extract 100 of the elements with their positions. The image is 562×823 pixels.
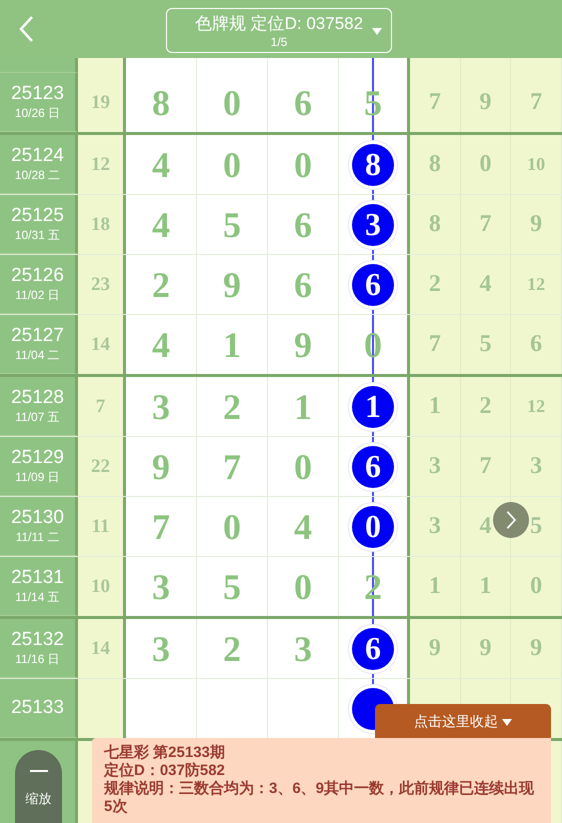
digit: 3 <box>294 628 312 670</box>
tail-value: 9 <box>530 211 542 238</box>
digit: 0 <box>223 82 241 124</box>
digit: 7 <box>223 446 241 488</box>
minus-icon <box>30 770 48 772</box>
tail-value: 8 <box>428 151 441 178</box>
chevron-right-icon <box>506 510 516 530</box>
digit: 0 <box>223 506 241 548</box>
digit: 2 <box>223 628 241 670</box>
digit: 4 <box>152 324 170 366</box>
digit: 7 <box>152 506 170 548</box>
sum-value: 7 <box>96 396 106 418</box>
digit: 4 <box>152 204 170 246</box>
digit: 6 <box>294 82 312 124</box>
tail-value: 7 <box>428 89 441 116</box>
sum-value: 14 <box>91 334 110 356</box>
collapse-tab[interactable]: 点击这里收起 <box>375 704 551 740</box>
tail-value: 12 <box>527 396 546 417</box>
digit: 0 <box>294 144 312 186</box>
digit: 6 <box>294 204 312 246</box>
caret-icon <box>372 28 382 35</box>
digit: 6 <box>294 264 312 306</box>
period-number: 25126 <box>11 264 64 286</box>
digit: 0 <box>294 566 312 608</box>
tail-value: 7 <box>480 211 492 238</box>
digit: 2 <box>223 386 241 428</box>
digit: 9 <box>223 264 241 306</box>
draw-date: 11/09 日 <box>15 468 60 486</box>
highlight-ball: 3 <box>352 204 394 246</box>
highlight-ball: 6 <box>352 264 394 306</box>
highlight-ball: 6 <box>352 628 394 670</box>
digit: 9 <box>294 324 312 366</box>
sum-value: 23 <box>91 274 110 296</box>
digit: 9 <box>152 446 170 488</box>
digit: 8 <box>152 82 170 124</box>
tail-value: 4 <box>480 513 492 540</box>
sum-value: 19 <box>91 92 110 114</box>
caret-icon <box>502 718 512 726</box>
highlight-ball: 8 <box>352 144 394 186</box>
draw-date: 11/02 日 <box>15 286 60 304</box>
digit: 5 <box>223 566 241 608</box>
digit: 5 <box>223 204 241 246</box>
tail-value: 3 <box>428 513 441 540</box>
highlight-ball: 1 <box>352 386 394 428</box>
back-icon[interactable] <box>18 15 34 43</box>
draw-date: 11/14 五 <box>15 588 60 606</box>
tail-value: 10 <box>527 154 546 175</box>
digit: 1 <box>294 386 312 428</box>
period-number: 25131 <box>11 566 64 588</box>
tail-value: 6 <box>530 331 542 358</box>
digit: 0 <box>223 144 241 186</box>
sum-value: 14 <box>91 638 110 660</box>
tail-value: 3 <box>530 453 542 480</box>
draw-date: 10/28 二 <box>14 166 60 184</box>
zoom-button[interactable]: 缩放 <box>15 750 62 823</box>
highlight-ball: 6 <box>352 446 394 488</box>
tail-value: 7 <box>480 453 492 480</box>
sum-value: 12 <box>91 154 110 176</box>
period-number: 25124 <box>11 144 64 166</box>
digit: 4 <box>294 506 312 548</box>
digit: 3 <box>152 386 170 428</box>
draw-date: 10/26 日 <box>14 104 60 122</box>
tail-value: 12 <box>527 274 546 295</box>
draw-date: 11/04 二 <box>15 346 60 364</box>
tail-value: 5 <box>480 331 492 358</box>
tail-value: 9 <box>480 635 492 662</box>
period-number: 25128 <box>11 386 64 408</box>
sum-value: 11 <box>92 516 110 538</box>
tail-value: 9 <box>428 635 441 662</box>
draw-date: 11/07 五 <box>15 408 60 426</box>
period-number: 25130 <box>11 506 64 528</box>
tail-value: 1 <box>428 573 441 600</box>
tail-value: 1 <box>428 393 441 420</box>
tail-value: 1 <box>480 573 492 600</box>
info-text: 七星彩 第25133期 <box>104 744 226 762</box>
info-text: 规律说明：三数合均为：3、6、9其中一数，此前规律已连续出现5次 <box>104 780 536 816</box>
period-number: 25125 <box>11 204 64 226</box>
tail-value: 2 <box>480 393 492 420</box>
tail-value: 5 <box>530 513 542 540</box>
draw-date: 11/16 日 <box>15 650 60 668</box>
tail-value: 2 <box>428 271 441 298</box>
period-number: 25123 <box>11 82 64 104</box>
tail-value: 0 <box>530 573 542 600</box>
digit: 2 <box>152 264 170 306</box>
sum-value: 18 <box>91 214 110 236</box>
next-button[interactable] <box>493 502 529 538</box>
draw-date: 11/11 二 <box>16 528 60 546</box>
period-number: 25129 <box>11 446 64 468</box>
tail-value: 8 <box>428 211 441 238</box>
period-number: 25133 <box>11 697 64 719</box>
info-text: 定位D：037防582 <box>104 762 226 780</box>
draw-date: 10/31 五 <box>14 226 60 244</box>
tail-value: 7 <box>428 331 441 358</box>
tail-value: 0 <box>480 151 492 178</box>
tail-value: 4 <box>480 271 492 298</box>
period-number: 25132 <box>11 628 64 650</box>
digit: 3 <box>152 566 170 608</box>
tail-value: 9 <box>530 635 542 662</box>
digit: 1 <box>223 324 241 366</box>
tail-value: 9 <box>480 89 492 116</box>
